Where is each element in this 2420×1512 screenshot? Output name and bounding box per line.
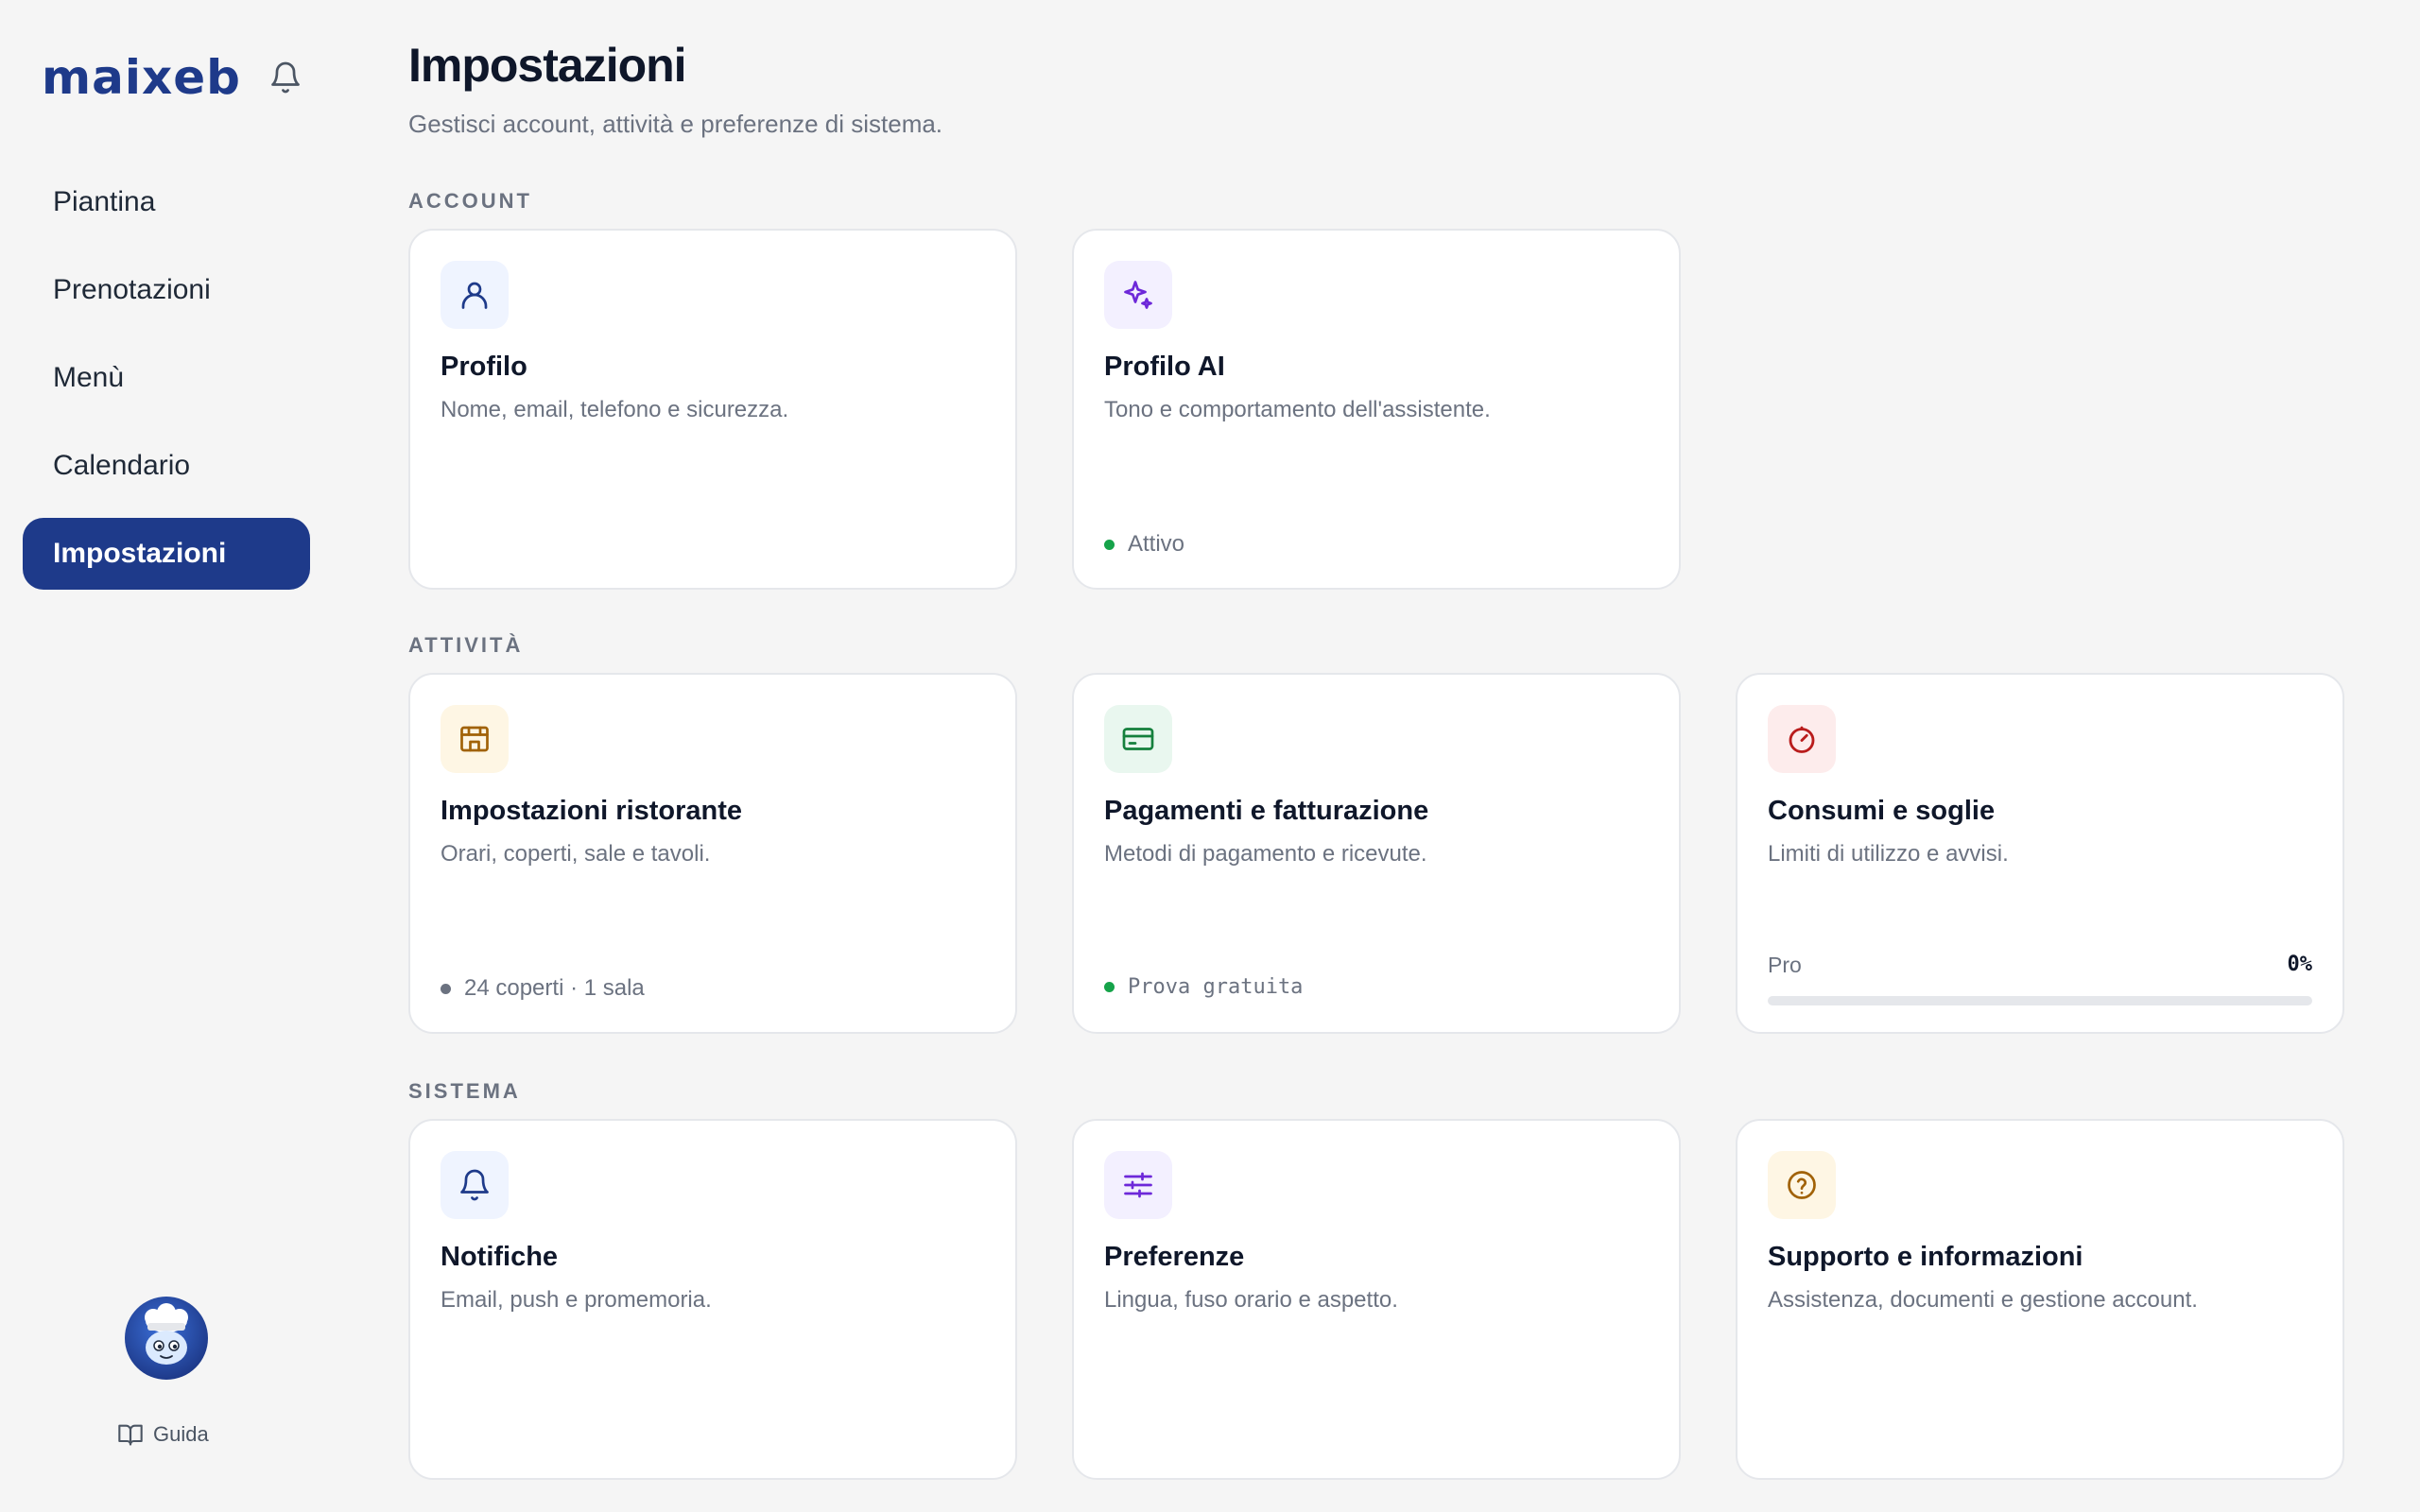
sidebar-item-label: Calendario: [53, 450, 191, 481]
sidebar-item-label: Prenotazioni: [53, 274, 211, 305]
card-consumi-soglie[interactable]: Consumi e soglie Limiti di utilizzo e av…: [1736, 673, 2344, 1034]
bell-icon: [460, 1169, 489, 1201]
sparkles-icon: [1124, 281, 1152, 309]
card-pagamenti-fatturazione[interactable]: Pagamenti e fatturazione Metodi di pagam…: [1072, 673, 1681, 1034]
card-icon-box: [1104, 1151, 1172, 1219]
sidebar-nav: Piantina Prenotazioni Menù Calendario Im…: [23, 166, 310, 606]
sidebar-item-menu[interactable]: Menù: [23, 342, 310, 414]
chef-avatar-icon[interactable]: [125, 1297, 208, 1380]
status-dot: [1104, 539, 1115, 550]
sidebar-item-piantina[interactable]: Piantina: [23, 166, 310, 238]
card-description: Orari, coperti, sale e tavoli.: [441, 841, 711, 867]
usage-row: Pro 0%: [1768, 953, 2312, 978]
gauge-icon: [1789, 726, 1815, 753]
section-label-attivita: ATTIVITÀ: [408, 633, 524, 657]
sidebar-item-label: Menù: [53, 362, 125, 393]
sidebar-item-label: Impostazioni: [53, 538, 227, 569]
card-title: Impostazioni ristorante: [441, 796, 743, 826]
card-title: Preferenze: [1104, 1242, 1245, 1272]
sliders-icon: [1124, 1172, 1152, 1198]
usage-progress-bar: [1768, 996, 2312, 1005]
card-description: Lingua, fuso orario e aspetto.: [1104, 1287, 1398, 1313]
logo-row: maixeb: [42, 54, 306, 101]
status-text: Prova gratuita: [1128, 975, 1304, 999]
section-label-account: ACCOUNT: [408, 189, 532, 213]
card-status: 24 coperti · 1 sala: [441, 975, 645, 1002]
store-icon: [460, 726, 489, 752]
main-content: Impostazioni Gestisci account, attività …: [408, 0, 2344, 1512]
status-text: 24 coperti · 1 sala: [464, 975, 645, 1001]
card-icon-box: [441, 1151, 509, 1219]
card-title: Consumi e soglie: [1768, 796, 1996, 826]
card-status: Prova gratuita: [1104, 975, 1303, 999]
sidebar-item-prenotazioni[interactable]: Prenotazioni: [23, 254, 310, 326]
card-supporto-informazioni[interactable]: Supporto e informazioni Assistenza, docu…: [1736, 1119, 2344, 1480]
card-icon-box: [1104, 261, 1172, 329]
card-title: Notifiche: [441, 1242, 559, 1272]
card-icon-box: [1768, 705, 1836, 773]
card-description: Email, push e promemoria.: [441, 1287, 712, 1313]
user-icon: [461, 282, 488, 309]
page-subtitle: Gestisci account, attività e preferenze …: [408, 110, 943, 138]
card-preferenze[interactable]: Preferenze Lingua, fuso orario e aspetto…: [1072, 1119, 1681, 1480]
status-text: Attivo: [1128, 531, 1185, 557]
status-dot: [441, 983, 451, 994]
guide-link[interactable]: Guida: [117, 1421, 209, 1448]
sidebar-item-calendario[interactable]: Calendario: [23, 430, 310, 502]
card-description: Metodi di pagamento e ricevute.: [1104, 841, 1427, 867]
card-icon-box: [441, 261, 509, 329]
help-circle-icon: [1788, 1171, 1816, 1199]
sidebar-item-impostazioni[interactable]: Impostazioni: [23, 518, 310, 590]
section-label-sistema: SISTEMA: [408, 1079, 521, 1103]
notifications-bell-icon[interactable]: [268, 60, 302, 94]
card-notifiche[interactable]: Notifiche Email, push e promemoria.: [408, 1119, 1017, 1480]
card-profilo[interactable]: Profilo Nome, email, telefono e sicurezz…: [408, 229, 1017, 590]
card-icon-box: [441, 705, 509, 773]
card-description: Assistenza, documenti e gestione account…: [1768, 1287, 2198, 1313]
usage-percent: 0%: [2287, 953, 2313, 976]
page-title: Impostazioni: [408, 39, 687, 92]
app-logo[interactable]: maixeb: [42, 54, 241, 101]
card-title: Pagamenti e fatturazione: [1104, 796, 1429, 826]
status-dot: [1104, 982, 1115, 992]
plan-label: Pro: [1768, 953, 1802, 977]
credit-card-icon: [1122, 728, 1154, 750]
card-title: Profilo AI: [1104, 352, 1225, 382]
card-impostazioni-ristorante[interactable]: Impostazioni ristorante Orari, coperti, …: [408, 673, 1017, 1034]
card-description: Tono e comportamento dell'assistente.: [1104, 397, 1491, 422]
card-title: Profilo: [441, 352, 527, 382]
sidebar: maixeb Piantina Prenotazioni Menù Calend…: [0, 0, 333, 1512]
sidebar-item-label: Piantina: [53, 186, 156, 217]
card-title: Supporto e informazioni: [1768, 1242, 2083, 1272]
card-icon-box: [1768, 1151, 1836, 1219]
card-icon-box: [1104, 705, 1172, 773]
guide-label: Guida: [153, 1422, 209, 1446]
book-open-icon: [118, 1424, 143, 1446]
card-status: Attivo: [1104, 531, 1184, 558]
card-description: Nome, email, telefono e sicurezza.: [441, 397, 789, 422]
card-profilo-ai[interactable]: Profilo AI Tono e comportamento dell'ass…: [1072, 229, 1681, 590]
card-description: Limiti di utilizzo e avvisi.: [1768, 841, 2009, 867]
